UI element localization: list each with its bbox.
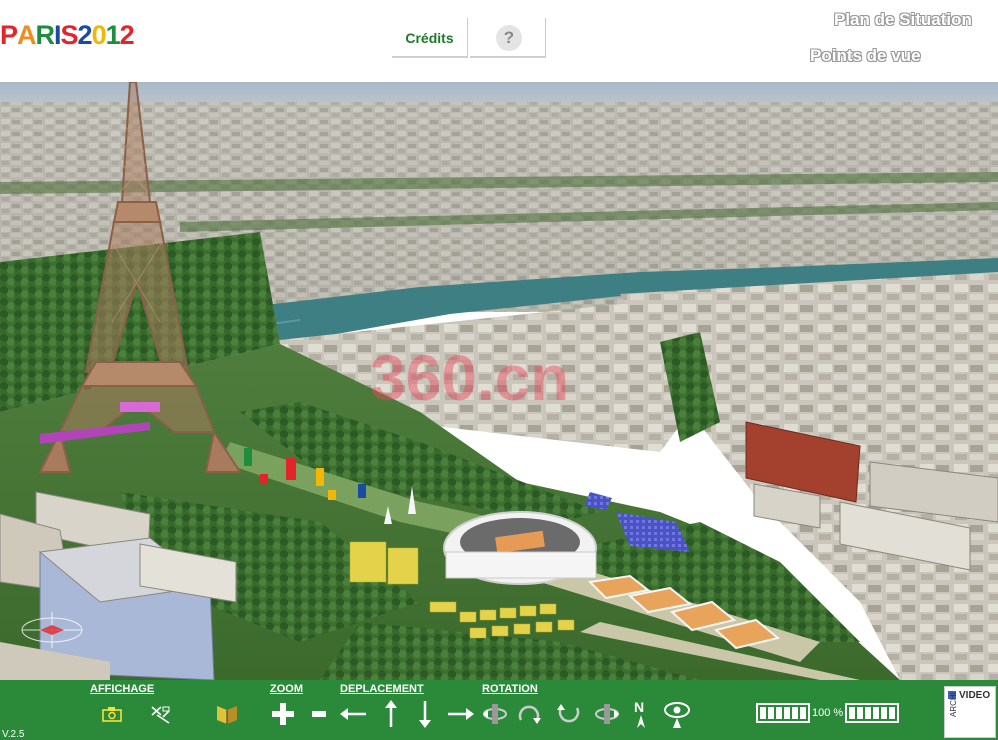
camera-view-button[interactable]	[97, 698, 127, 730]
deplacement-label: DEPLACEMENT	[340, 683, 424, 695]
map-book-button[interactable]	[212, 698, 242, 730]
zoom-out-button[interactable]	[304, 698, 334, 730]
aerial-3d-view[interactable]: 360.cn	[0, 82, 998, 680]
archi-video-panel[interactable]: VIDEO ARCHI	[944, 686, 996, 738]
rotate-right-icon	[595, 704, 619, 724]
arrow-up-icon	[385, 700, 397, 727]
north-compass-icon: N	[634, 699, 645, 728]
viewpoint-eye-button[interactable]	[662, 698, 692, 730]
version-text: V.2.5	[0, 729, 25, 740]
rotate-tilt-down-button[interactable]	[554, 698, 584, 730]
rotate-right-button[interactable]	[592, 698, 622, 730]
zoom-level-bar-right	[845, 703, 899, 723]
layers-icon	[151, 706, 170, 724]
zoom-label: ZOOM	[270, 683, 303, 695]
logo-letter: R	[35, 20, 55, 50]
header: PARIS2012 Crédits ? Plan de Situation Po…	[0, 0, 998, 82]
video-label[interactable]: VIDEO	[959, 690, 990, 701]
layers-toggle-button[interactable]	[146, 698, 176, 730]
rotate-left-icon	[483, 704, 507, 724]
arrow-left-icon	[340, 708, 366, 720]
plan-de-situation-link[interactable]: Plan de Situation	[834, 10, 972, 30]
pan-right-button[interactable]	[446, 698, 476, 730]
logo-letter: P	[0, 20, 18, 50]
logo-letter: 0	[91, 20, 107, 50]
arrow-right-icon	[448, 708, 474, 720]
zoom-in-button[interactable]	[268, 698, 298, 730]
help-icon: ?	[496, 25, 522, 51]
archi-label[interactable]: ARCHI	[949, 692, 958, 717]
pan-left-button[interactable]	[338, 698, 368, 730]
logo-letter: 1	[105, 20, 121, 50]
paris-2012-logo: PARIS2012	[0, 20, 135, 51]
watermark-text: 360.cn	[370, 342, 569, 414]
eye-icon	[664, 702, 690, 728]
pan-up-button[interactable]	[376, 698, 406, 730]
map-book-icon	[217, 706, 237, 724]
rotation-label: ROTATION	[482, 683, 538, 695]
aerial-scene: 360.cn	[0, 82, 998, 680]
logo-letter: 2	[77, 20, 93, 50]
credits-tab[interactable]: Crédits	[392, 18, 468, 58]
points-de-vue-link[interactable]: Points de vue	[810, 46, 921, 66]
rotate-left-button[interactable]	[480, 698, 510, 730]
minus-icon	[312, 711, 326, 717]
plus-icon	[272, 703, 294, 725]
north-label: N	[634, 699, 644, 715]
logo-letter: S	[60, 20, 79, 50]
zoom-level-text: 100 %	[812, 707, 844, 719]
zoom-level-bar-left	[756, 703, 810, 723]
logo-letter: 2	[119, 20, 135, 50]
arrow-down-icon	[419, 701, 431, 728]
north-reset-button[interactable]: N	[626, 698, 656, 730]
logo-letter: A	[17, 20, 36, 50]
rotate-tilt-up-button[interactable]	[514, 698, 544, 730]
help-tab[interactable]: ?	[470, 18, 546, 58]
rotate-tilt-down-icon	[557, 704, 580, 723]
affichage-label: AFFICHAGE	[90, 683, 155, 695]
app-window: PARIS2012 Crédits ? Plan de Situation Po…	[0, 0, 998, 740]
camera-icon	[102, 707, 122, 722]
pan-down-button[interactable]	[410, 698, 440, 730]
rotate-tilt-icon	[518, 705, 541, 724]
